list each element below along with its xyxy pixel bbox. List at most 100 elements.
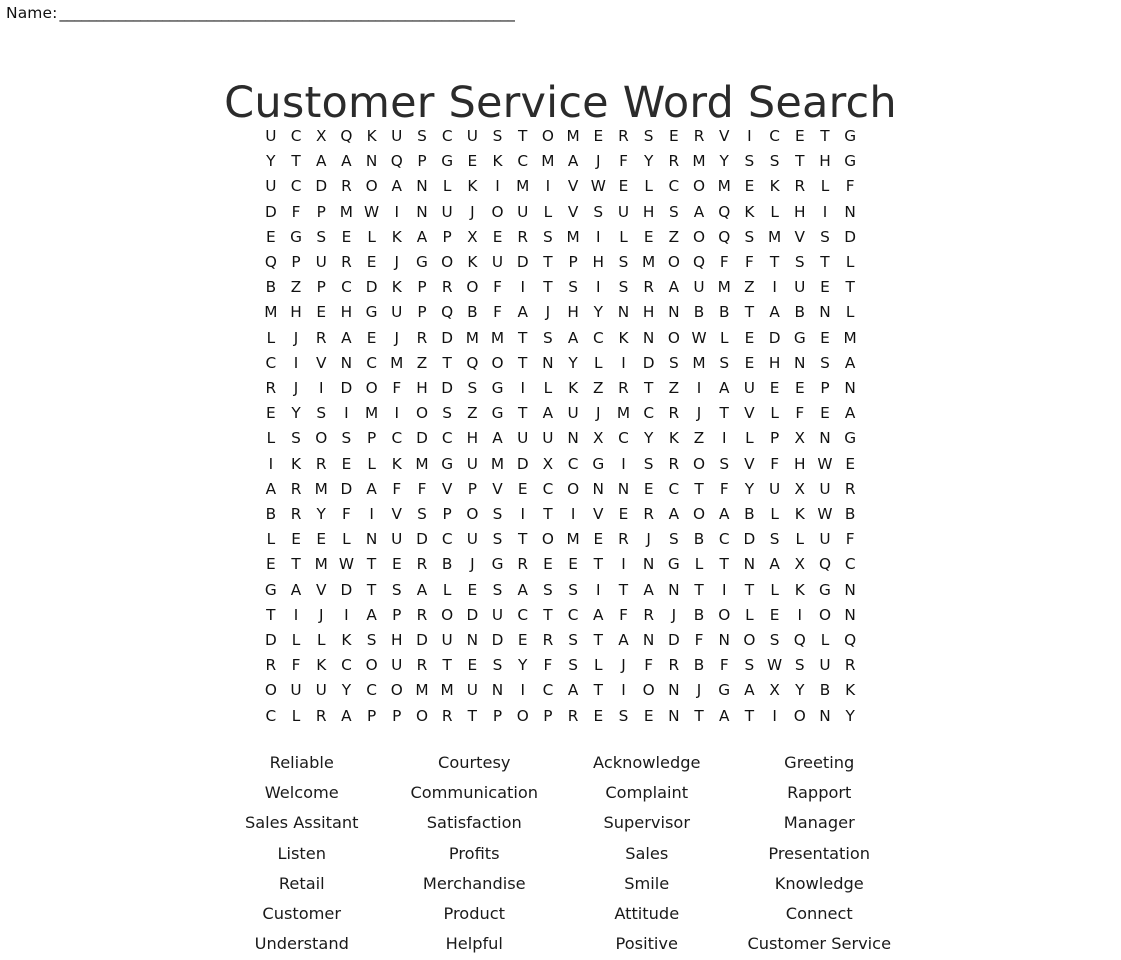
grid-cell[interactable]: A bbox=[384, 174, 409, 199]
grid-cell[interactable]: Z bbox=[686, 426, 711, 451]
grid-cell[interactable]: S bbox=[485, 578, 510, 603]
grid-cell[interactable]: C bbox=[359, 678, 384, 703]
grid-cell[interactable]: Q bbox=[460, 351, 485, 376]
grid-cell[interactable]: I bbox=[535, 174, 560, 199]
grid-cell[interactable]: E bbox=[334, 225, 359, 250]
grid-cell[interactable]: I bbox=[384, 401, 409, 426]
grid-cell[interactable]: N bbox=[636, 552, 661, 577]
grid-cell[interactable]: R bbox=[510, 552, 535, 577]
grid-cell[interactable]: J bbox=[686, 678, 711, 703]
grid-cell[interactable]: E bbox=[359, 250, 384, 275]
grid-cell[interactable]: L bbox=[283, 628, 308, 653]
grid-cell[interactable]: M bbox=[561, 225, 586, 250]
grid-cell[interactable]: L bbox=[334, 527, 359, 552]
word-list-item[interactable]: Knowledge bbox=[733, 869, 906, 899]
word-list-item[interactable]: Satisfaction bbox=[388, 808, 561, 838]
grid-cell[interactable]: I bbox=[309, 376, 334, 401]
grid-cell[interactable]: N bbox=[812, 426, 837, 451]
grid-cell[interactable]: L bbox=[762, 200, 787, 225]
grid-cell[interactable]: H bbox=[561, 300, 586, 325]
grid-cell[interactable]: S bbox=[561, 275, 586, 300]
grid-cell[interactable]: L bbox=[435, 174, 460, 199]
grid-cell[interactable]: J bbox=[535, 300, 560, 325]
word-list-item[interactable]: Customer Service bbox=[733, 929, 906, 959]
grid-cell[interactable]: O bbox=[460, 275, 485, 300]
grid-cell[interactable]: R bbox=[661, 401, 686, 426]
grid-cell[interactable]: A bbox=[712, 704, 737, 729]
grid-cell[interactable]: R bbox=[283, 502, 308, 527]
grid-cell[interactable]: K bbox=[309, 653, 334, 678]
grid-cell[interactable]: A bbox=[359, 477, 384, 502]
grid-cell[interactable]: N bbox=[812, 704, 837, 729]
grid-cell[interactable]: T bbox=[686, 578, 711, 603]
grid-cell[interactable]: P bbox=[561, 250, 586, 275]
grid-cell[interactable]: T bbox=[686, 704, 711, 729]
grid-cell[interactable]: A bbox=[762, 300, 787, 325]
grid-cell[interactable]: S bbox=[384, 578, 409, 603]
grid-cell[interactable]: N bbox=[712, 628, 737, 653]
grid-cell[interactable]: T bbox=[510, 326, 535, 351]
grid-cell[interactable]: L bbox=[636, 174, 661, 199]
grid-cell[interactable]: R bbox=[838, 477, 863, 502]
word-list-item[interactable]: Complaint bbox=[561, 778, 734, 808]
word-list-item[interactable]: Acknowledge bbox=[561, 748, 734, 778]
grid-cell[interactable]: N bbox=[409, 174, 434, 199]
grid-cell[interactable]: J bbox=[686, 401, 711, 426]
grid-cell[interactable]: T bbox=[510, 527, 535, 552]
grid-cell[interactable]: J bbox=[283, 326, 308, 351]
grid-cell[interactable]: F bbox=[283, 200, 308, 225]
grid-cell[interactable]: T bbox=[535, 250, 560, 275]
word-list-item[interactable]: Sales Assitant bbox=[216, 808, 389, 838]
grid-cell[interactable]: E bbox=[258, 401, 283, 426]
grid-cell[interactable]: S bbox=[787, 653, 812, 678]
grid-cell[interactable]: T bbox=[283, 552, 308, 577]
grid-cell[interactable]: E bbox=[737, 326, 762, 351]
grid-cell[interactable]: D bbox=[334, 578, 359, 603]
word-list-item[interactable]: Customer bbox=[216, 899, 389, 929]
grid-cell[interactable]: O bbox=[686, 225, 711, 250]
grid-cell[interactable]: K bbox=[384, 275, 409, 300]
word-list-item[interactable]: Listen bbox=[216, 839, 389, 869]
grid-cell[interactable]: O bbox=[686, 452, 711, 477]
grid-cell[interactable]: O bbox=[485, 200, 510, 225]
word-list-item[interactable]: Rapport bbox=[733, 778, 906, 808]
grid-cell[interactable]: L bbox=[737, 603, 762, 628]
grid-cell[interactable]: S bbox=[485, 653, 510, 678]
grid-cell[interactable]: A bbox=[510, 578, 535, 603]
grid-cell[interactable]: Y bbox=[258, 149, 283, 174]
grid-cell[interactable]: Q bbox=[712, 225, 737, 250]
grid-cell[interactable]: R bbox=[838, 653, 863, 678]
grid-cell[interactable]: R bbox=[409, 603, 434, 628]
grid-cell[interactable]: B bbox=[712, 300, 737, 325]
word-list-item[interactable]: Communication bbox=[388, 778, 561, 808]
grid-cell[interactable]: S bbox=[561, 578, 586, 603]
grid-cell[interactable]: L bbox=[359, 225, 384, 250]
grid-cell[interactable]: U bbox=[812, 527, 837, 552]
grid-cell[interactable]: E bbox=[334, 452, 359, 477]
grid-cell[interactable]: K bbox=[460, 250, 485, 275]
grid-cell[interactable]: U bbox=[384, 300, 409, 325]
grid-cell[interactable]: H bbox=[283, 300, 308, 325]
grid-cell[interactable]: A bbox=[636, 578, 661, 603]
grid-cell[interactable]: B bbox=[460, 300, 485, 325]
grid-cell[interactable]: O bbox=[636, 678, 661, 703]
grid-cell[interactable]: O bbox=[460, 502, 485, 527]
grid-cell[interactable]: K bbox=[460, 174, 485, 199]
grid-cell[interactable]: E bbox=[460, 653, 485, 678]
grid-cell[interactable]: Y bbox=[838, 704, 863, 729]
grid-cell[interactable]: X bbox=[787, 426, 812, 451]
grid-cell[interactable]: G bbox=[812, 578, 837, 603]
grid-cell[interactable]: B bbox=[838, 502, 863, 527]
grid-cell[interactable]: C bbox=[561, 603, 586, 628]
grid-cell[interactable]: P bbox=[762, 426, 787, 451]
grid-cell[interactable]: O bbox=[535, 527, 560, 552]
grid-cell[interactable]: N bbox=[409, 200, 434, 225]
word-search-grid[interactable]: UCXQKUSCUSTOMERSERVICETGYTAANQPGEKCMAJFY… bbox=[258, 124, 863, 729]
grid-cell[interactable]: P bbox=[812, 376, 837, 401]
grid-cell[interactable]: F bbox=[762, 452, 787, 477]
word-list-item[interactable]: Sales bbox=[561, 839, 734, 869]
grid-cell[interactable]: M bbox=[409, 678, 434, 703]
grid-cell[interactable]: O bbox=[686, 174, 711, 199]
grid-cell[interactable]: R bbox=[636, 603, 661, 628]
grid-cell[interactable]: M bbox=[636, 250, 661, 275]
